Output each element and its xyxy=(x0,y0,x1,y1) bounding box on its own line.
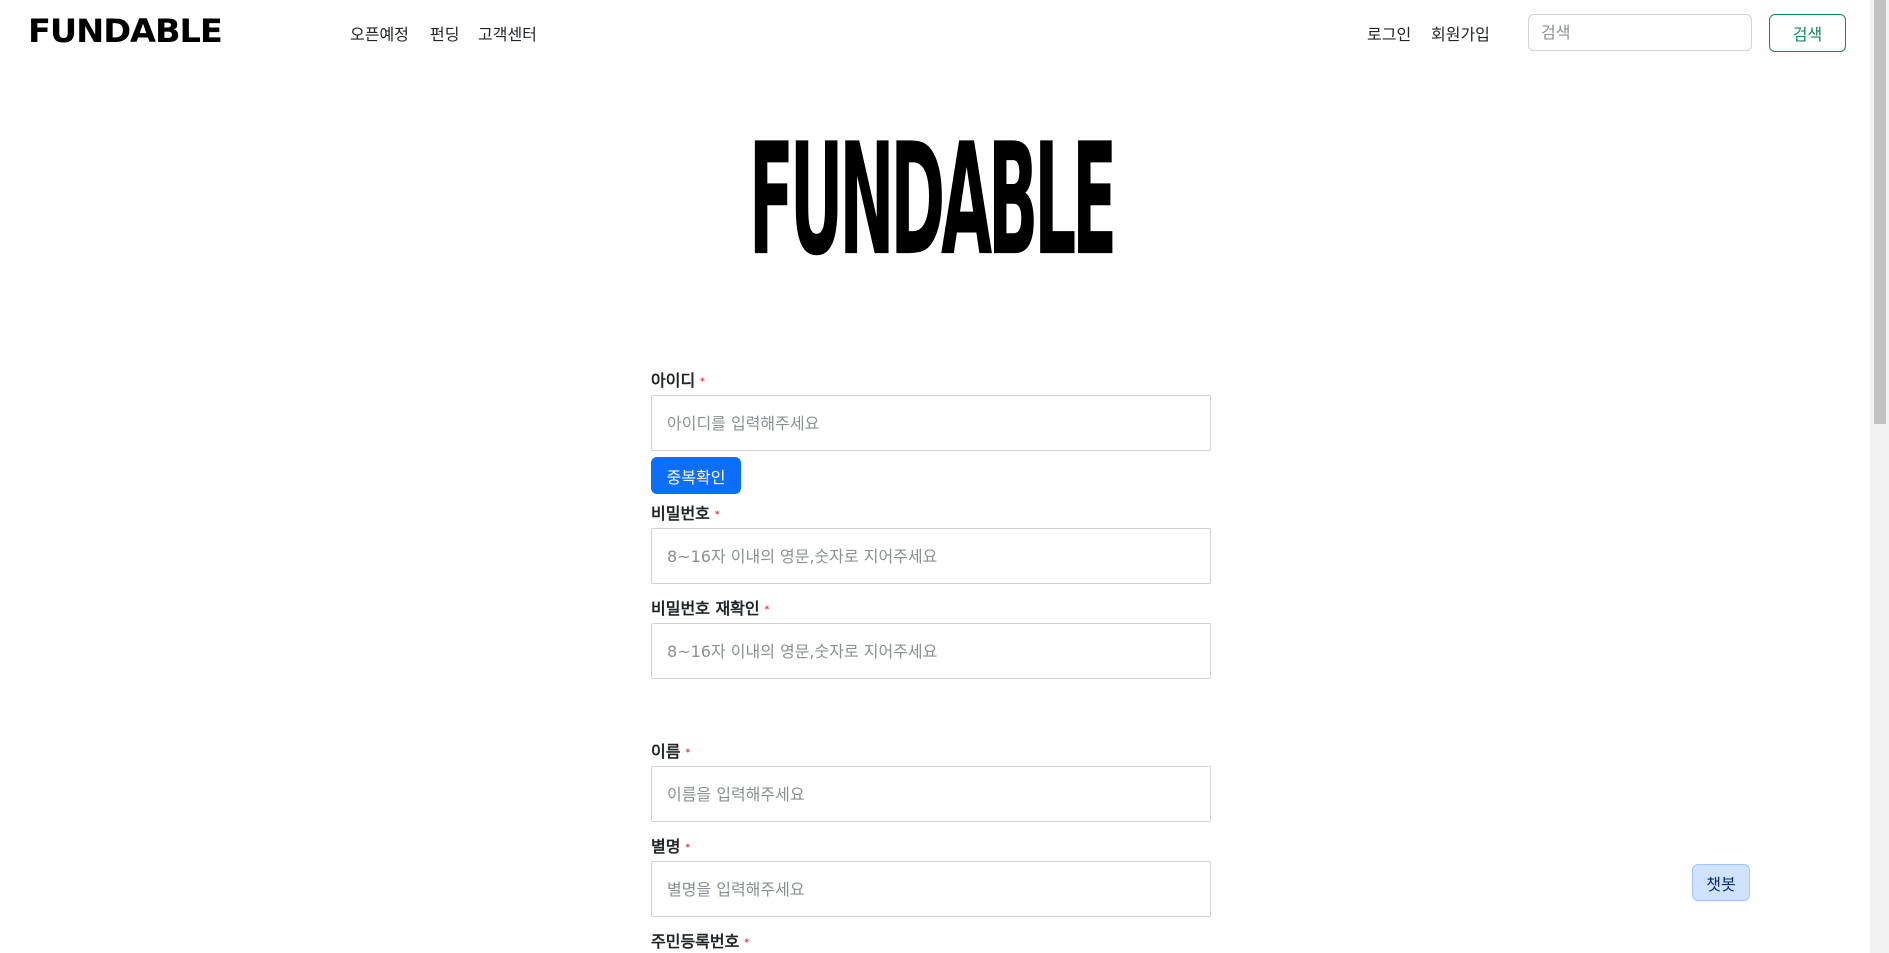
password-label-text: 비밀번호 xyxy=(651,504,710,523)
chatbot-button[interactable]: 챗봇 xyxy=(1692,864,1750,901)
nickname-label-text: 별명 xyxy=(651,837,681,856)
id-field[interactable] xyxy=(651,395,1211,451)
resident-number-label-text: 주민등록번호 xyxy=(651,932,740,951)
top-navbar: FUNDABLE 오픈예정 펀딩 고객센터 로그인 회원가입 검색 xyxy=(0,0,1870,66)
required-mark: * xyxy=(700,376,705,387)
hero-logo: FUNDABLE xyxy=(733,128,1129,274)
id-label: 아이디 * xyxy=(651,367,705,391)
nickname-label: 별명 * xyxy=(651,833,690,857)
password-confirm-label-text: 비밀번호 재확인 xyxy=(651,599,760,618)
page-scrollbar[interactable] xyxy=(1870,0,1889,953)
nav-item-customer-center[interactable]: 고객센터 xyxy=(478,21,537,45)
required-mark: * xyxy=(685,842,691,853)
search-input[interactable] xyxy=(1528,14,1752,51)
required-mark: * xyxy=(744,937,750,948)
login-link[interactable]: 로그인 xyxy=(1367,21,1411,45)
id-label-text: 아이디 xyxy=(651,371,696,390)
name-label: 이름 * xyxy=(651,738,690,762)
resident-number-label: 주민등록번호 * xyxy=(651,928,749,952)
name-field[interactable] xyxy=(651,766,1211,822)
password-confirm-field[interactable] xyxy=(651,623,1211,679)
password-field[interactable] xyxy=(651,528,1211,584)
nav-item-funding[interactable]: 펀딩 xyxy=(430,21,459,45)
name-label-text: 이름 xyxy=(651,742,681,761)
required-mark: * xyxy=(764,604,770,615)
search-button[interactable]: 검색 xyxy=(1769,14,1846,52)
nav-item-coming-soon[interactable]: 오픈예정 xyxy=(350,21,409,45)
nickname-field[interactable] xyxy=(651,861,1211,917)
password-label: 비밀번호 * xyxy=(651,500,720,524)
duplicate-check-button[interactable]: 중복확인 xyxy=(651,457,741,494)
required-mark: * xyxy=(714,509,720,520)
signup-link[interactable]: 회원가입 xyxy=(1431,21,1490,45)
required-mark: * xyxy=(685,747,691,758)
scrollbar-thumb[interactable] xyxy=(1874,0,1886,424)
hero-logo-text: FUNDABLE xyxy=(748,128,1117,274)
brand-logo[interactable]: FUNDABLE xyxy=(28,12,223,50)
password-confirm-label: 비밀번호 재확인 * xyxy=(651,595,769,619)
